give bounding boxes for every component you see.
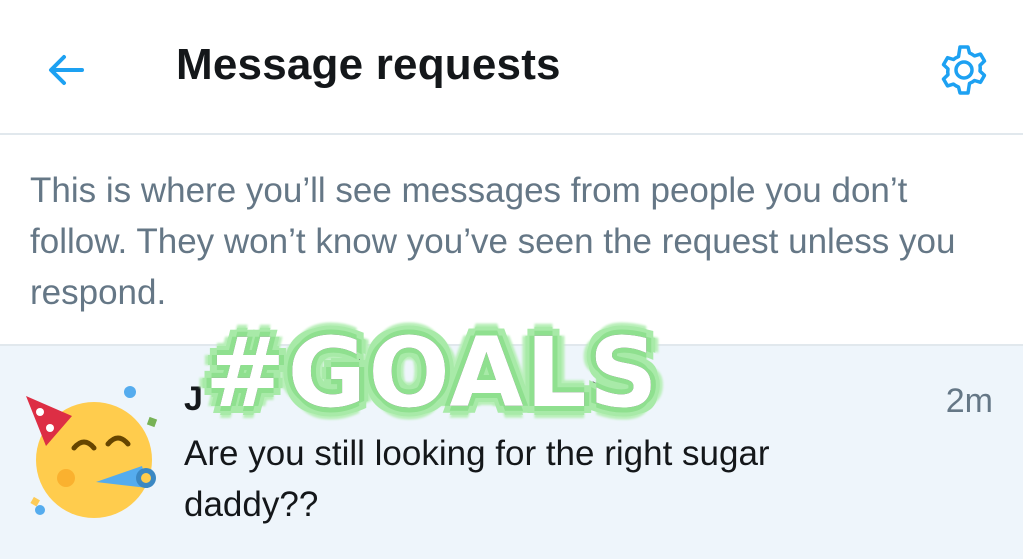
settings-button[interactable] [934, 40, 994, 100]
avatar[interactable] [24, 382, 164, 522]
info-description: This is where you’ll see messages from p… [30, 171, 956, 312]
arrow-left-icon [49, 55, 84, 85]
page-title: Message requests [176, 40, 561, 89]
goals-overlay-text: #GOALS [202, 315, 662, 432]
request-timestamp: 2m [945, 382, 993, 420]
message-preview: Are you still looking for the right suga… [184, 434, 770, 524]
gear-icon [941, 45, 987, 95]
sender-name: J [184, 380, 203, 418]
back-button[interactable] [40, 44, 92, 96]
partying-face-emoji-icon [26, 386, 158, 518]
top-app-bar: Message requests [0, 0, 1023, 135]
